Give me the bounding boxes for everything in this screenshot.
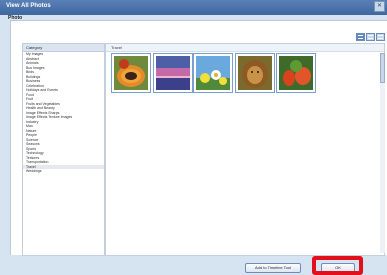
gallery-header: Travel [106,44,384,52]
flowers-image [196,56,230,90]
section-label: Photo [8,15,23,21]
thumbnail-sunset[interactable] [153,53,193,93]
add-to-timeline-button[interactable]: Add to Timeline Tool [245,263,301,273]
ok-button-highlight [312,256,363,275]
view-mode-buttons [356,33,385,41]
window-title: View All Photos [6,3,51,9]
sunset-image [156,56,190,90]
grid-view-icon[interactable] [366,33,375,41]
papaya-image [114,56,148,90]
thumbnail-papaya[interactable] [111,53,151,93]
category-list: My Images Abstract Animals Bus Images Birds B… [23,52,104,174]
thumbnail-vegetables[interactable] [276,53,316,93]
close-icon[interactable]: ✕ [374,1,385,12]
list-view-icon[interactable] [356,33,365,41]
vegetables-image [279,56,313,90]
detail-view-icon[interactable] [376,33,385,41]
title-bar: View All Photos ✕ [0,0,387,15]
category-panel: Category My Images Abstract Animals Bus Ima… [22,43,105,256]
scrollbar-thumb[interactable] [380,53,385,83]
category-item[interactable]: Weddings [23,169,104,174]
category-header: Category [23,44,104,52]
gallery-scrollbar[interactable] [380,53,385,253]
lion-image [238,56,272,90]
thumbnail-lion[interactable] [235,53,275,93]
thumbnail-flowers[interactable] [193,53,233,93]
